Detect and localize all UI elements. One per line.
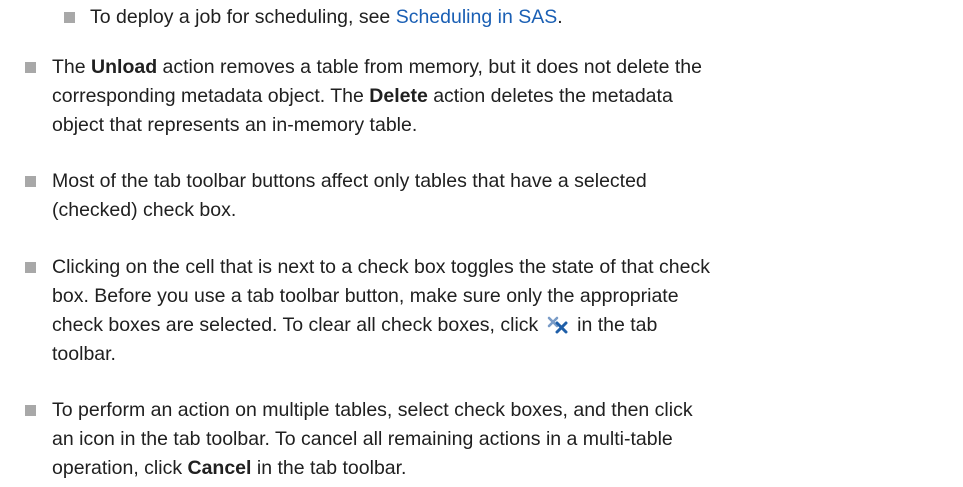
bullet-square bbox=[25, 405, 36, 416]
text: action removes a table from memory, but … bbox=[157, 56, 702, 78]
bullet-square bbox=[64, 12, 75, 23]
text: in the tab bbox=[577, 314, 658, 336]
text: . bbox=[557, 6, 563, 28]
unload-action-label: Unload bbox=[91, 56, 158, 78]
scheduling-in-sas-link[interactable]: Scheduling in SAS bbox=[396, 6, 558, 28]
text: an icon in the tab toolbar. To cancel al… bbox=[52, 428, 673, 450]
text: (checked) check box. bbox=[52, 199, 237, 221]
text: Clicking on the cell that is next to a c… bbox=[52, 256, 710, 278]
bullet-square bbox=[25, 62, 36, 73]
text: The bbox=[52, 56, 92, 78]
text: To perform an action on multiple tables,… bbox=[52, 399, 693, 421]
text: in the tab toolbar. bbox=[251, 457, 407, 479]
text: To deploy a job for scheduling, see bbox=[90, 6, 396, 28]
text: operation, click bbox=[52, 457, 188, 479]
text: corresponding metadata object. The bbox=[52, 85, 370, 107]
clear-all-checkboxes-icon bbox=[547, 314, 569, 334]
delete-action-label: Delete bbox=[369, 85, 428, 107]
text: Most of the tab toolbar buttons affect o… bbox=[52, 170, 647, 192]
text: check boxes are selected. To clear all c… bbox=[52, 314, 539, 336]
text: object that represents an in-memory tabl… bbox=[52, 114, 418, 136]
text: action deletes the metadata bbox=[427, 85, 673, 107]
text: toolbar. bbox=[52, 343, 116, 365]
bullet-square bbox=[25, 176, 36, 187]
bullet-square bbox=[25, 262, 36, 273]
cancel-action-label: Cancel bbox=[187, 457, 252, 479]
text: box. Before you use a tab toolbar button… bbox=[52, 285, 679, 307]
